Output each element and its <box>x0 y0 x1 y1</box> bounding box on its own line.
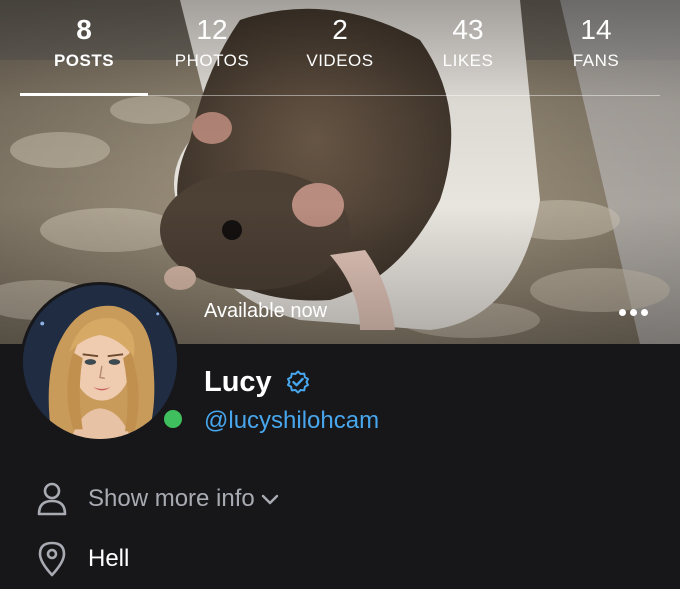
online-status-indicator <box>160 406 186 432</box>
likes-count: 43 <box>452 14 484 45</box>
show-more-info-label: Show more info <box>88 480 279 518</box>
user-icon <box>37 482 67 516</box>
videos-label: VIDEOS <box>306 51 374 70</box>
posts-count: 8 <box>76 14 92 45</box>
tab-posts[interactable]: 8 POSTS <box>20 12 148 96</box>
more-horizontal-icon <box>618 308 626 316</box>
profile-stats-tabs: 8 POSTS 12 PHOTOS 2 VIDEOS 43 LIKES 14 F… <box>20 12 660 96</box>
location-text: Hell <box>88 545 130 572</box>
tab-likes[interactable]: 43 LIKES <box>404 12 532 96</box>
fans-count: 14 <box>580 14 612 45</box>
avatar[interactable] <box>20 282 180 442</box>
tab-photos[interactable]: 12 PHOTOS <box>148 12 276 96</box>
tab-fans[interactable]: 14 FANS <box>532 12 660 96</box>
photos-label: PHOTOS <box>174 51 250 70</box>
avatar-container[interactable] <box>20 282 186 442</box>
videos-count: 2 <box>332 14 348 45</box>
chevron-down-icon <box>261 494 278 505</box>
profile-handle[interactable]: @lucyshilohcam <box>204 406 379 436</box>
fans-label: FANS <box>572 51 620 70</box>
avatar-image <box>23 285 177 439</box>
more-dot <box>640 308 648 316</box>
availability-status: Available now <box>204 300 328 322</box>
tab-videos[interactable]: 2 VIDEOS <box>276 12 404 96</box>
active-tab-indicator <box>20 93 148 96</box>
more-dot <box>629 308 637 316</box>
photos-count: 12 <box>196 14 228 45</box>
verified-badge-icon <box>286 370 309 394</box>
likes-label: LIKES <box>442 51 494 70</box>
show-more-info-button[interactable]: Show more info <box>36 480 279 518</box>
location-row: Hell <box>36 540 129 578</box>
profile-name-row: Lucy <box>204 364 310 400</box>
profile-name: Lucy <box>204 366 272 398</box>
posts-label: POSTS <box>53 51 115 70</box>
location-pin-icon <box>38 541 66 577</box>
more-options-button[interactable] <box>612 300 654 324</box>
show-more-info-text: Show more info <box>88 485 255 512</box>
